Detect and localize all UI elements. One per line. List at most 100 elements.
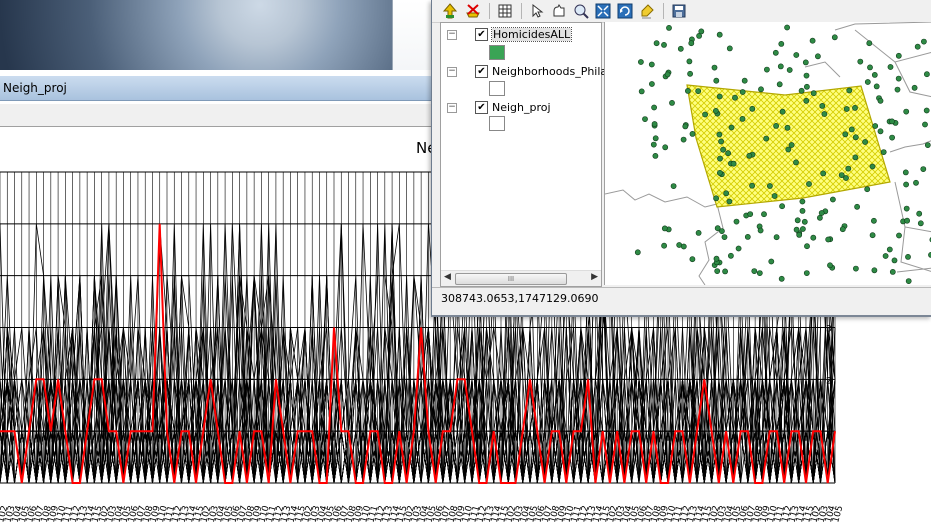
homicide-point — [803, 83, 810, 90]
homicide-point — [793, 226, 800, 233]
homicide-point — [698, 28, 705, 35]
save-icon[interactable] — [669, 1, 689, 20]
homicide-point — [924, 142, 931, 148]
layer-visibility-checkbox[interactable]: ✔ — [475, 28, 488, 41]
homicide-point — [776, 81, 783, 88]
homicide-point — [653, 40, 660, 47]
scroll-left-icon[interactable]: ◀ — [444, 272, 451, 282]
graph-window-title: Neigh_proj — [3, 81, 67, 95]
homicide-point — [773, 123, 779, 129]
homicide-point — [784, 124, 791, 131]
homicide-point — [763, 135, 770, 142]
homicide-point — [786, 67, 793, 73]
collapse-button[interactable]: − — [447, 30, 457, 40]
homicide-point — [877, 128, 884, 135]
layer-name[interactable]: Neighborhoods_Philade — [492, 65, 621, 78]
homicide-point — [779, 108, 786, 115]
scrollbar-thumb[interactable]: III — [455, 273, 567, 285]
select-feature-icon[interactable] — [549, 1, 569, 20]
layer-name[interactable]: Neigh_proj — [492, 101, 551, 114]
homicide-point — [652, 135, 659, 142]
layer-name[interactable]: HomicidesALL — [490, 27, 573, 42]
clear-selection-icon[interactable] — [637, 1, 657, 20]
homicide-point — [799, 226, 806, 232]
homicide-point — [688, 40, 695, 47]
homicide-point — [857, 58, 864, 65]
homicide-point — [864, 186, 871, 193]
homicide-point — [866, 40, 873, 47]
homicide-point — [741, 77, 748, 84]
horizontal-scrollbar[interactable]: ◀ III ▶ — [441, 270, 601, 286]
homicide-point — [726, 45, 733, 52]
map-display[interactable] — [604, 22, 931, 285]
homicide-point — [803, 270, 810, 276]
layer-neighborhoods[interactable]: − ✔ Neighborhoods_Philade — [441, 63, 621, 81]
attribute-table-icon[interactable] — [495, 1, 515, 20]
homicide-point — [649, 81, 655, 87]
homicide-point — [895, 75, 902, 82]
homicide-point — [788, 142, 795, 148]
homicide-point — [670, 183, 677, 189]
homicide-point — [638, 88, 645, 95]
homicide-point — [733, 218, 740, 225]
homicide-point — [725, 150, 731, 157]
polygon-symbol[interactable] — [489, 116, 505, 131]
desktop-wallpaper — [0, 0, 400, 70]
homicide-point — [821, 111, 828, 117]
homicide-point — [761, 211, 767, 218]
homicide-point — [843, 106, 850, 112]
refresh-icon[interactable] — [615, 1, 635, 20]
collapse-button[interactable]: − — [447, 67, 457, 77]
table-of-contents: − ✔ HomicidesALL − ✔ Neighborhoods_Phila… — [440, 22, 621, 287]
homicide-point — [718, 138, 724, 145]
point-symbol[interactable] — [489, 45, 505, 60]
homicide-point — [771, 193, 778, 199]
homicide-point — [758, 86, 764, 93]
homicide-point — [726, 198, 733, 205]
homicide-point — [902, 169, 909, 176]
layer-homicidesall[interactable]: − ✔ HomicidesALL — [441, 26, 601, 44]
homicide-point — [778, 275, 785, 282]
homicide-point — [749, 182, 755, 189]
remove-data-icon[interactable] — [463, 1, 483, 20]
full-extent-icon[interactable] — [593, 1, 613, 20]
zoom-icon[interactable] — [571, 1, 591, 20]
y-tick-label: 3 — [826, 325, 832, 335]
homicide-point — [716, 131, 723, 138]
homicide-point — [852, 134, 859, 141]
homicide-point — [852, 265, 859, 272]
homicide-point — [680, 136, 687, 143]
select-arrow-icon[interactable] — [527, 1, 547, 20]
graph-window-titlebar[interactable]: Neigh_proj — [0, 76, 440, 101]
homicide-point — [838, 172, 845, 178]
homicide-point — [848, 126, 855, 133]
layer-visibility-checkbox[interactable]: ✔ — [475, 65, 488, 78]
homicide-point — [904, 217, 910, 224]
scroll-right-icon[interactable]: ▶ — [591, 272, 598, 282]
add-data-icon[interactable] — [440, 1, 460, 20]
polygon-symbol[interactable] — [489, 81, 505, 96]
homicide-point — [914, 43, 921, 50]
homicide-point — [666, 25, 672, 31]
homicide-point — [796, 231, 803, 238]
homicide-point — [802, 59, 809, 66]
homicide-point — [793, 159, 799, 166]
homicide-point — [749, 105, 756, 112]
homicide-point — [803, 97, 810, 104]
homicide-point — [642, 116, 648, 122]
layer-neigh-proj[interactable]: − ✔ Neigh_proj — [441, 99, 601, 117]
homicide-point — [818, 210, 825, 216]
homicide-point — [650, 141, 657, 148]
homicide-point — [720, 146, 726, 153]
homicide-point — [695, 88, 702, 94]
homicide-point — [882, 253, 889, 259]
homicide-point — [825, 236, 832, 243]
homicide-point — [846, 87, 853, 94]
homicide-point — [801, 218, 808, 225]
homicide-point — [735, 245, 742, 252]
collapse-button[interactable]: − — [447, 103, 457, 113]
layer-visibility-checkbox[interactable]: ✔ — [475, 101, 488, 114]
homicide-point — [689, 131, 696, 137]
homicide-point — [717, 169, 723, 176]
homicide-point — [739, 116, 746, 122]
